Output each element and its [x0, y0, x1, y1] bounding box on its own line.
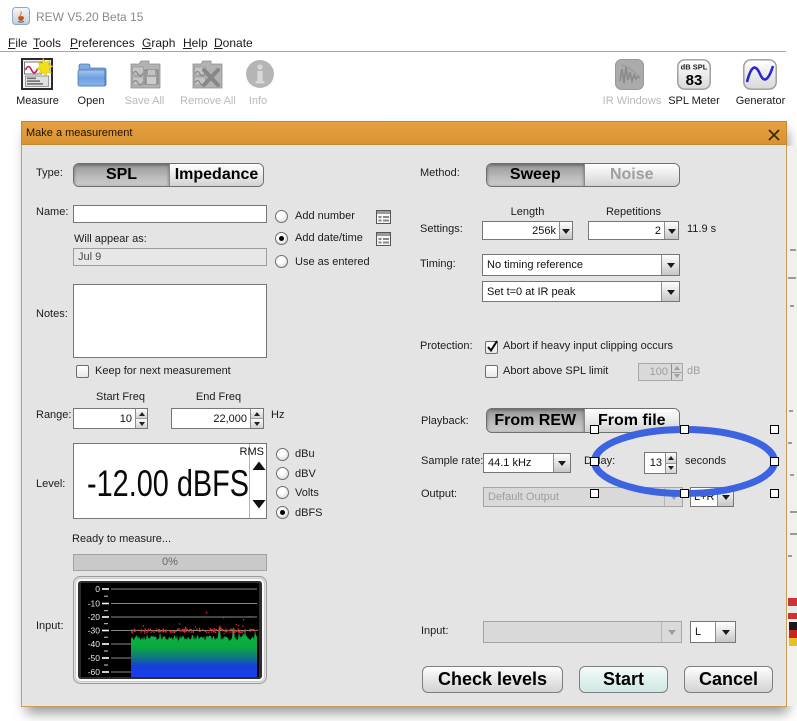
svg-text:83: 83: [686, 72, 703, 89]
svg-text:0: 0: [95, 584, 100, 594]
svg-text:-40: -40: [88, 639, 101, 649]
svg-text:-50: -50: [88, 653, 101, 663]
svg-text:-60: -60: [88, 667, 101, 677]
svg-text:-20: -20: [88, 612, 101, 622]
svg-text:-30: -30: [88, 626, 101, 636]
svg-text:-10: -10: [88, 599, 101, 609]
svg-text:dB SPL: dB SPL: [681, 63, 708, 72]
